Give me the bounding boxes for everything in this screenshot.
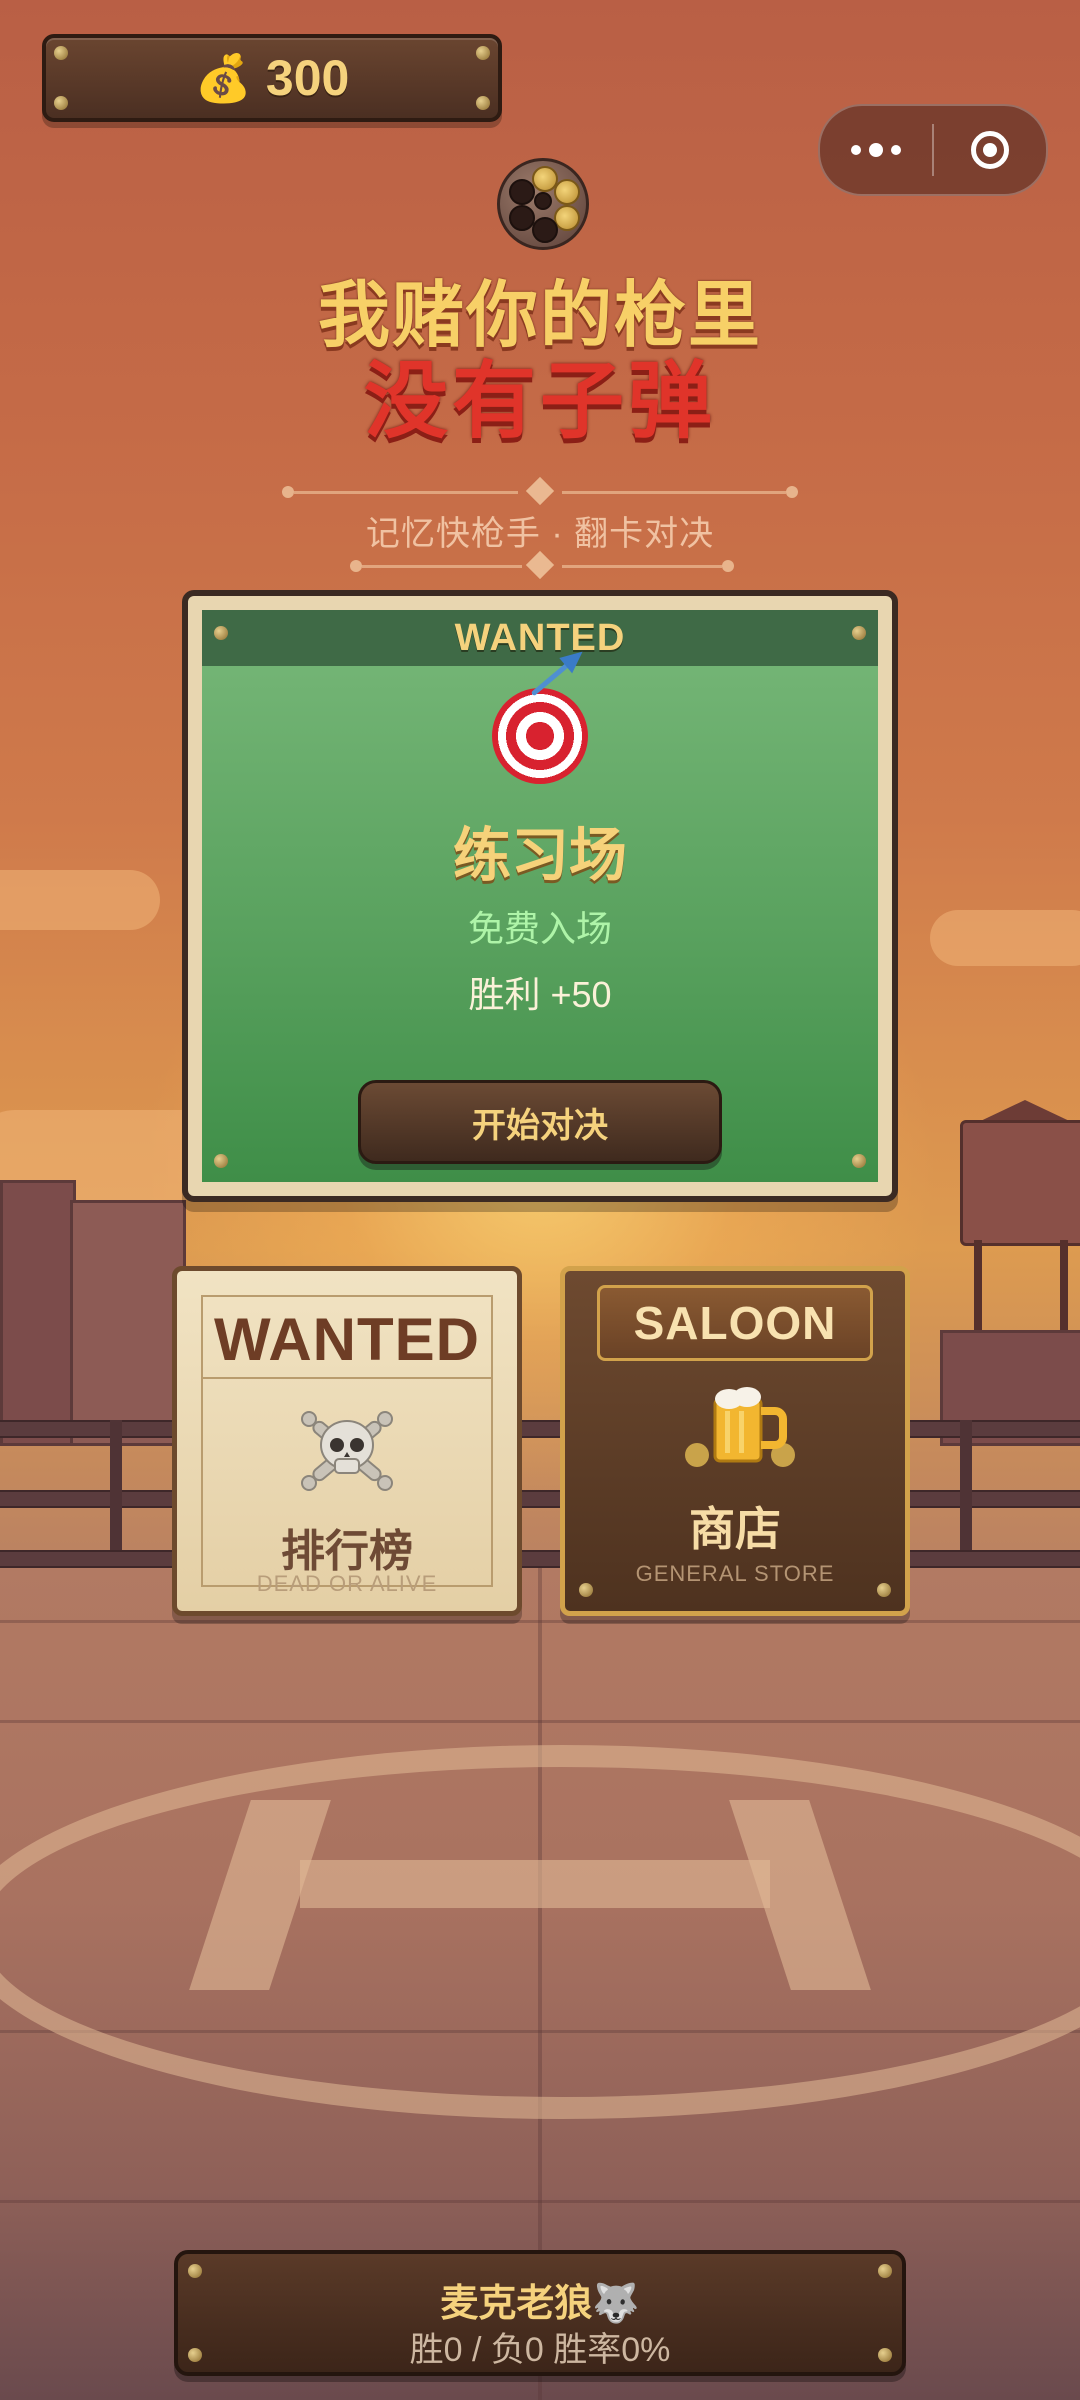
helipad-h-bar (300, 1860, 770, 1908)
railing-top (0, 1420, 1080, 1438)
player-info-bar[interactable]: 麦克老狼🐺 胜0 / 负0 胜率0% (174, 2250, 906, 2376)
cloud-right (930, 910, 1080, 966)
divider-line (362, 565, 522, 568)
player-name: 麦克老狼🐺 (440, 2283, 640, 2325)
game-home-screen: 💰 300 我赌你的枪里 没有子弹 记忆快枪手 · 翻卡对决 WANTED 练习… (0, 0, 1080, 2400)
cloud-left (0, 870, 160, 930)
railing-bottom (0, 1550, 1080, 1568)
practice-mode-card[interactable]: WANTED 练习场 免费入场 胜利 +50 开始对决 (182, 590, 898, 1202)
rail-post (960, 1420, 972, 1550)
game-title-line2: 没有子弹 (363, 354, 716, 448)
practice-banner-label: WANTED (454, 616, 626, 659)
shop-sublabel: GENERAL STORE (635, 1561, 835, 1586)
money-bag-icon: 💰 (194, 52, 252, 104)
target-ring-icon[interactable] (934, 131, 1046, 169)
divider-line (562, 565, 722, 568)
skull-crossbones-icon (301, 1411, 393, 1491)
divider-line (294, 491, 518, 494)
shop-card[interactable]: SALOON 商店 GENERAL STORE (560, 1266, 910, 1616)
divider-dot (786, 486, 798, 498)
water-tower (950, 1100, 1080, 1330)
building-left-1 (0, 1180, 76, 1446)
divider-dot (722, 560, 734, 572)
divider-line (562, 491, 786, 494)
divider-dot (350, 560, 362, 572)
divider-dot (282, 486, 294, 498)
railing-mid (0, 1490, 1080, 1508)
dart-target-icon (492, 688, 588, 784)
leaderboard-sublabel: DEAD OR ALIVE (256, 1571, 438, 1596)
start-duel-button[interactable]: 开始对决 (358, 1080, 722, 1164)
rail-post (110, 1420, 122, 1550)
leaderboard-label: 排行榜 (281, 1527, 413, 1576)
helipad-ring (0, 1745, 1080, 2119)
leaderboard-wanted-header: WANTED (214, 1306, 480, 1373)
poster-divider (201, 1377, 493, 1379)
revolver-cylinder-icon (497, 158, 589, 250)
beer-mug-icon (685, 1387, 795, 1467)
practice-wanted-banner: WANTED (202, 610, 878, 666)
coin-amount: 300 (265, 50, 350, 106)
practice-title: 练习场 (452, 823, 627, 888)
divider-diamond (525, 550, 555, 580)
coin-balance-bar: 💰 300 (42, 34, 502, 122)
player-stats: 胜0 / 负0 胜率0% (409, 2331, 671, 2369)
practice-card-body: WANTED 练习场 免费入场 胜利 +50 开始对决 (202, 610, 878, 1182)
saloon-sign: SALOON (597, 1285, 873, 1361)
shop-label: 商店 (689, 1503, 781, 1555)
leaderboard-card[interactable]: WANTED 排行榜 DEAD OR ALIVE (172, 1266, 522, 1616)
more-dots-icon[interactable] (820, 143, 932, 157)
game-subtitle: 记忆快枪手 · 翻卡对决 (365, 515, 715, 553)
building-left-2 (70, 1200, 186, 1446)
practice-entry-fee: 免费入场 (467, 908, 612, 949)
divider-diamond (525, 476, 555, 506)
practice-reward: 胜利 +50 (468, 974, 612, 1015)
miniprogram-capsule (818, 104, 1048, 196)
